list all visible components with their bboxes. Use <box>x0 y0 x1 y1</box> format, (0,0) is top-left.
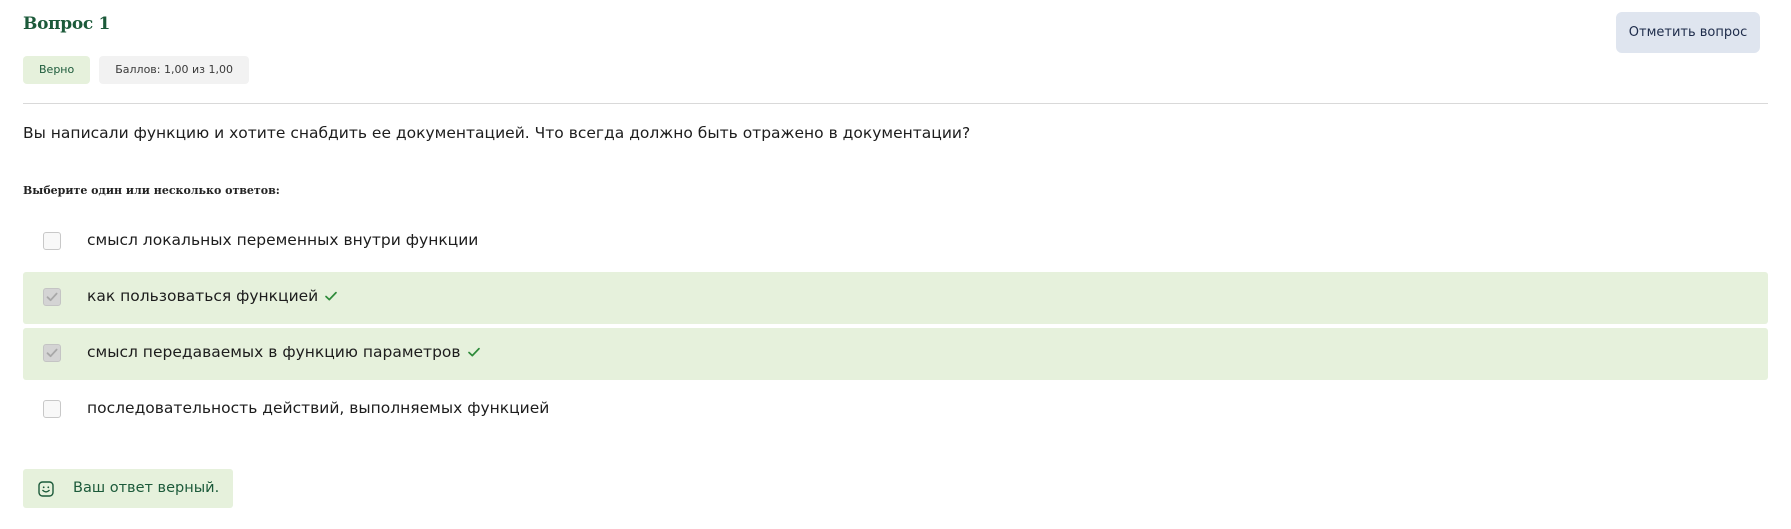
answer-checkbox[interactable] <box>43 288 61 306</box>
answer-label[interactable]: последовательность действий, выполняемых… <box>87 399 549 417</box>
checkbox-check-icon <box>46 292 58 302</box>
answer-text: последовательность действий, выполняемых… <box>87 399 550 417</box>
answer-label[interactable]: смысл локальных переменных внутри функци… <box>87 231 478 249</box>
smile-icon <box>38 481 54 497</box>
answer-text: смысл передаваемых в функцию параметров <box>87 343 461 361</box>
correct-check-icon <box>325 291 338 301</box>
answer-checkbox[interactable] <box>43 232 61 250</box>
answer-option-2[interactable]: как пользоваться функцией <box>23 272 1768 324</box>
checkbox-check-icon <box>46 348 58 358</box>
answer-label[interactable]: смысл передаваемых в функцию параметров <box>87 343 481 361</box>
feedback-text: Ваш ответ верный. <box>73 480 220 496</box>
answer-prompt: Выберите один или несколько ответов: <box>23 184 280 197</box>
question-card: Вопрос 1 Отметить вопрос Верно Баллов: 1… <box>23 0 1768 529</box>
question-text: Вы написали функцию и хотите снабдить ее… <box>23 124 971 142</box>
answer-text: как пользоваться функцией <box>87 287 319 305</box>
answer-text: смысл локальных переменных внутри функци… <box>87 231 479 249</box>
answer-checkbox[interactable] <box>43 344 61 362</box>
correct-check-icon <box>467 347 480 357</box>
answer-label[interactable]: как пользоваться функцией <box>87 287 338 305</box>
answer-option-1[interactable]: смысл локальных переменных внутри функци… <box>23 216 1768 268</box>
score-badge: Баллов: 1,00 из 1,00 <box>99 56 249 84</box>
answer-option-4[interactable]: последовательность действий, выполняемых… <box>23 384 1768 436</box>
answer-checkbox[interactable] <box>43 400 61 418</box>
question-title: Вопрос 1 <box>23 14 111 34</box>
feedback-box: Ваш ответ верный. <box>23 469 233 508</box>
status-badge: Верно <box>23 56 91 84</box>
divider <box>23 103 1768 104</box>
flag-question-button[interactable]: Отметить вопрос <box>1616 12 1760 53</box>
answer-list: смысл локальных переменных внутри функци… <box>23 216 1768 440</box>
question-status: Верно Баллов: 1,00 из 1,00 <box>23 56 249 84</box>
answer-option-3[interactable]: смысл передаваемых в функцию параметров <box>23 328 1768 380</box>
